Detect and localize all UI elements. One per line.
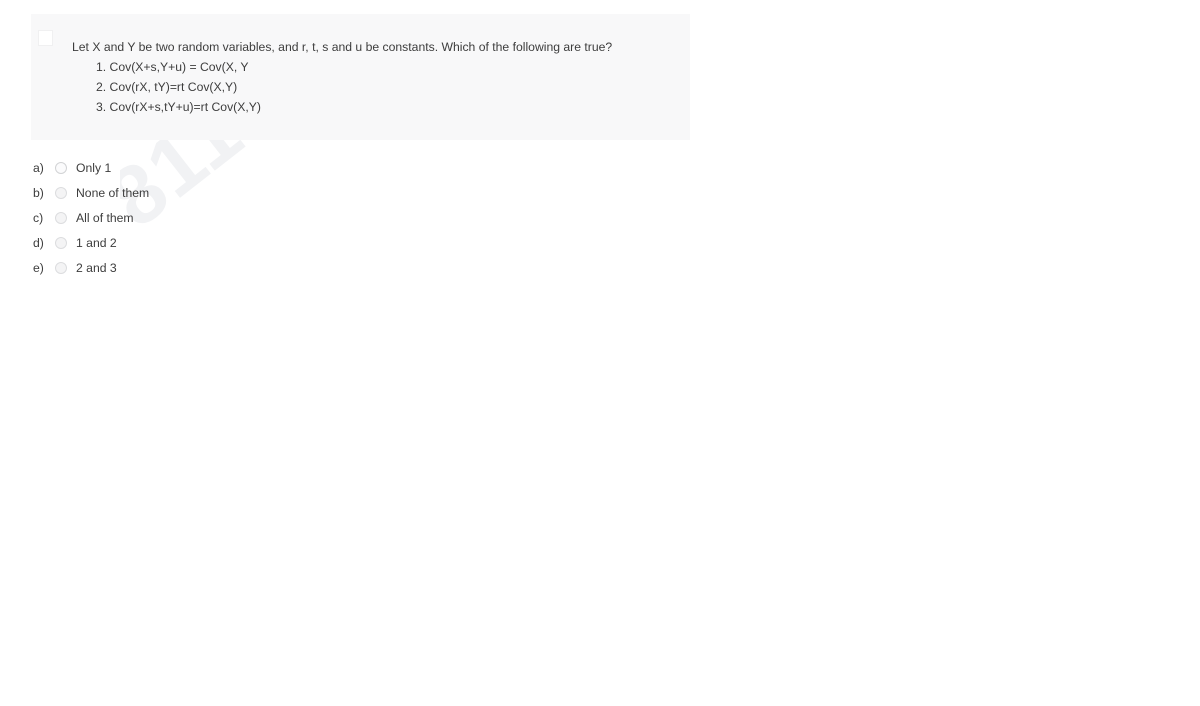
- option-row-d[interactable]: d) 1 and 2: [33, 230, 149, 255]
- option-label-a: Only 1: [76, 160, 112, 175]
- option-letter-e: e): [33, 260, 44, 275]
- question-panel: Let X and Y be two random variables, and…: [31, 14, 690, 140]
- option-label-c: All of them: [76, 210, 134, 225]
- option-row-a[interactable]: a) Only 1: [33, 155, 149, 180]
- option-label-b: None of them: [76, 185, 150, 200]
- radio-button-b[interactable]: [55, 186, 67, 199]
- option-label-e: 2 and 3: [76, 260, 117, 275]
- radio-button-c[interactable]: [55, 211, 67, 224]
- option-label-d: 1 and 2: [76, 235, 117, 250]
- radio-button-e[interactable]: [55, 261, 67, 274]
- option-letter-c: c): [33, 210, 44, 225]
- option-row-b[interactable]: b) None of them: [33, 180, 149, 205]
- option-letter-d: d): [33, 235, 44, 250]
- option-row-c[interactable]: c) All of them: [33, 205, 149, 230]
- image-placeholder-icon: [38, 30, 53, 46]
- option-letter-a: a): [33, 160, 44, 175]
- question-body: Let X and Y be two random variables, and…: [72, 37, 682, 117]
- question-statement-3: 3. Cov(rX+s,tY+u)=rt Cov(X,Y): [96, 100, 261, 114]
- answer-options-list: a) Only 1 b) None of them c) All of them…: [33, 155, 149, 280]
- question-statement-2: 2. Cov(rX, tY)=rt Cov(X,Y): [96, 80, 238, 94]
- option-row-e[interactable]: e) 2 and 3: [33, 255, 149, 280]
- question-statement-1: 1. Cov(X+s,Y+u) = Cov(X, Y: [96, 60, 249, 74]
- option-letter-b: b): [33, 185, 44, 200]
- radio-button-d[interactable]: [55, 236, 67, 249]
- radio-button-a[interactable]: [55, 161, 67, 174]
- question-stem: Let X and Y be two random variables, and…: [72, 40, 613, 54]
